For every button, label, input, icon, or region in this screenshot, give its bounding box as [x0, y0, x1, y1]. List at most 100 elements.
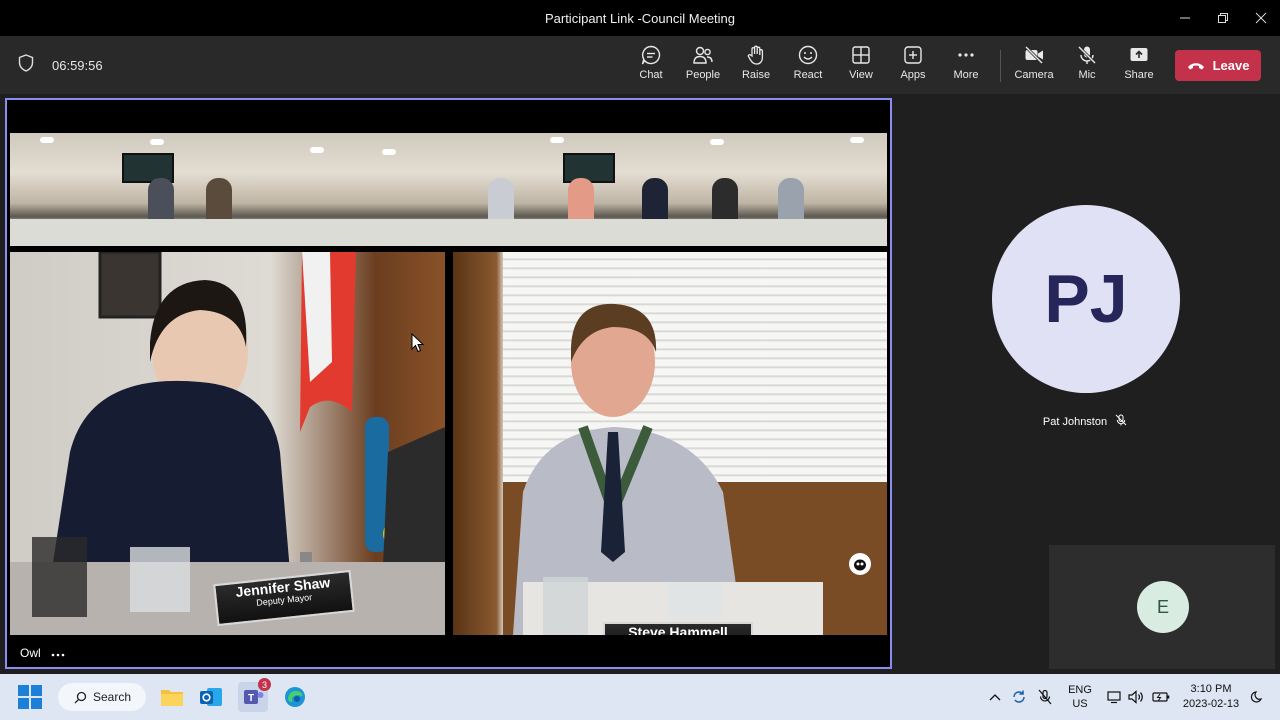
council-member	[488, 178, 514, 223]
title-bar: Participant Link -Council Meeting	[0, 0, 1280, 36]
people-icon	[693, 46, 713, 64]
react-label: React	[793, 69, 823, 81]
speaker-silhouette	[10, 252, 445, 635]
self-avatar: E	[1137, 581, 1189, 633]
chat-label: Chat	[639, 69, 663, 81]
participant-name-row: Pat Johnston	[985, 414, 1185, 429]
teams-icon[interactable]: T 3	[238, 678, 271, 712]
react-button[interactable]: React	[782, 44, 834, 88]
mouse-cursor-icon	[411, 333, 425, 353]
windows-taskbar: Search T 3 ENG US 3:10 PM 2023-02-13	[0, 674, 1280, 720]
video-options-icon[interactable]	[51, 646, 65, 660]
leave-label: Leave	[1212, 58, 1250, 73]
edge-browser-icon[interactable]	[280, 682, 310, 712]
meeting-stage: Jennifer Shaw Deputy Mayor Steve Hammell	[0, 94, 1280, 674]
ceiling-light	[310, 147, 324, 153]
file-explorer-icon[interactable]	[157, 682, 187, 712]
ceiling-light	[40, 137, 54, 143]
self-view-tile[interactable]: E	[1049, 545, 1275, 669]
nameplate-name: Steve Hammell	[628, 624, 728, 635]
raise-button[interactable]: Raise	[730, 44, 782, 88]
raise-label: Raise	[741, 69, 771, 81]
minimize-icon[interactable]	[1166, 0, 1204, 36]
source-name: Owl	[20, 646, 41, 660]
close-icon[interactable]	[1242, 0, 1280, 36]
wall-tv	[563, 153, 615, 183]
search-label: Search	[93, 690, 132, 704]
clock-date: 2023-02-13	[1182, 698, 1240, 710]
view-label: View	[849, 69, 873, 81]
more-label: More	[953, 69, 979, 81]
hand-icon	[747, 45, 764, 65]
panorama-video	[10, 133, 887, 246]
ceiling-light	[850, 137, 864, 143]
mic-off-icon	[1115, 414, 1127, 429]
main-video-tile[interactable]: Jennifer Shaw Deputy Mayor Steve Hammell	[5, 98, 892, 669]
window-controls	[1166, 0, 1280, 36]
language-indicator[interactable]: ENG US	[1064, 674, 1096, 720]
svg-text:T: T	[248, 693, 254, 704]
people-label: People	[685, 69, 721, 81]
view-button[interactable]: View	[835, 44, 887, 88]
toolbar-divider	[1000, 50, 1001, 82]
monitor-icon[interactable]	[1104, 674, 1124, 720]
search-icon	[74, 691, 87, 703]
council-desk	[10, 219, 887, 246]
right-speaker-video: Steve Hammell	[453, 252, 887, 635]
battery-icon[interactable]	[1150, 674, 1172, 720]
notification-icon[interactable]	[1246, 674, 1266, 720]
chat-button[interactable]: Chat	[625, 44, 677, 88]
ceiling-light	[710, 139, 724, 145]
council-member	[206, 178, 232, 223]
apps-button[interactable]: Apps	[887, 44, 939, 88]
people-button[interactable]: People	[677, 44, 729, 88]
ceiling-light	[382, 149, 396, 155]
outlook-icon[interactable]	[196, 682, 226, 712]
ceiling-light	[150, 139, 164, 145]
camera-label: Camera	[1014, 69, 1054, 81]
volume-icon[interactable]	[1126, 674, 1146, 720]
system-clock[interactable]: 3:10 PM 2023-02-13	[1180, 682, 1242, 712]
restore-icon[interactable]	[1204, 0, 1242, 36]
ellipsis-icon	[958, 53, 974, 57]
clock-time: 3:10 PM	[1190, 683, 1232, 695]
shield-icon[interactable]	[18, 53, 34, 77]
ceiling-light	[550, 137, 564, 143]
share-button[interactable]: Share	[1113, 44, 1165, 88]
plus-icon	[904, 46, 922, 64]
meeting-info: 06:59:56	[18, 36, 103, 94]
phone-hangup-icon	[1187, 62, 1204, 69]
mic-button[interactable]: Mic	[1061, 44, 1113, 88]
taskbar-search-button[interactable]: Search	[58, 683, 146, 711]
council-member	[712, 178, 738, 223]
meeting-toolbar: 06:59:56 Chat People Raise React View Ap…	[0, 36, 1280, 94]
video-source-label: Owl	[12, 642, 73, 664]
nameplate-steve-hammell: Steve Hammell	[603, 622, 753, 635]
mic-off-icon	[1077, 45, 1097, 65]
teams-notification-badge: 3	[258, 678, 271, 691]
speaker-silhouette	[503, 303, 887, 635]
tray-overflow-icon[interactable]	[986, 674, 1004, 720]
camera-off-icon	[1024, 45, 1044, 65]
council-member	[778, 178, 804, 223]
share-label: Share	[1124, 69, 1154, 81]
region-code: US	[1072, 698, 1088, 710]
camera-button[interactable]: Camera	[1008, 44, 1060, 88]
council-member	[568, 178, 594, 223]
apps-label: Apps	[900, 69, 926, 81]
smiley-icon	[798, 45, 818, 65]
grid-icon	[852, 46, 870, 64]
participant-avatar[interactable]: PJ	[992, 205, 1180, 393]
more-button[interactable]: More	[940, 44, 992, 88]
council-member	[148, 178, 174, 223]
participant-name: Pat Johnston	[1042, 415, 1108, 428]
mic-muted-tray-icon[interactable]	[1034, 674, 1056, 720]
mic-label: Mic	[1078, 69, 1096, 81]
chat-icon	[641, 45, 661, 65]
windows-start-icon[interactable]	[18, 685, 42, 709]
meeting-timer: 06:59:56	[52, 57, 103, 73]
leave-button[interactable]: Leave	[1175, 50, 1261, 81]
left-speaker-video: Jennifer Shaw Deputy Mayor	[10, 252, 445, 635]
window-title: Participant Link -Council Meeting	[544, 10, 736, 26]
sync-icon[interactable]	[1008, 674, 1030, 720]
